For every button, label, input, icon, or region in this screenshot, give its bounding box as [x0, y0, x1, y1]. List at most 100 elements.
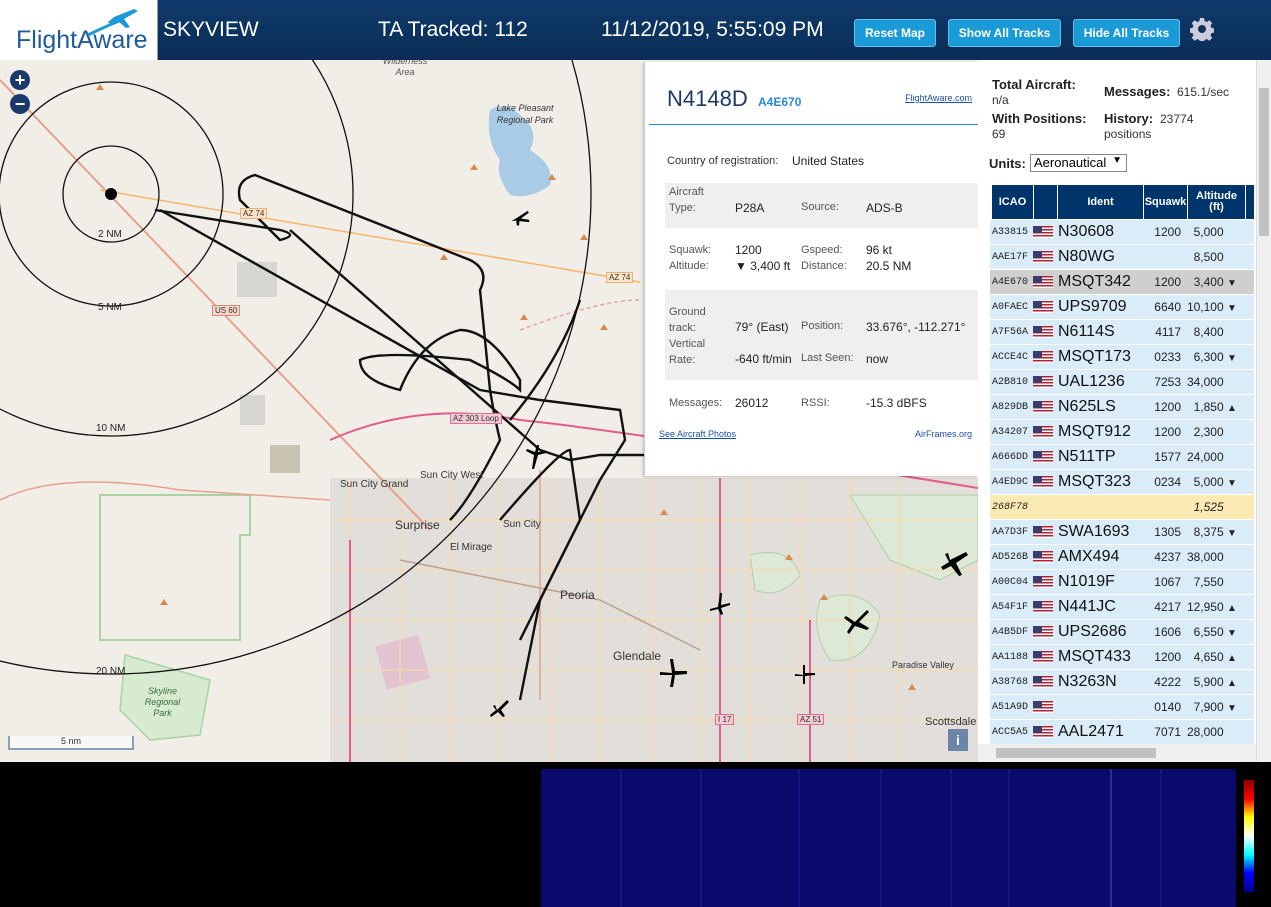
us-flag-icon: [1033, 601, 1053, 613]
table-row[interactable]: A33815 N30608 1200 5,000: [990, 220, 1254, 245]
table-row[interactable]: A4B5DF UPS2686 1606 6,550 ▼: [990, 620, 1254, 645]
row-altitude-value: 5,000: [1193, 225, 1224, 239]
table-row[interactable]: A666DD N511TP 1577 24,000: [990, 445, 1254, 470]
reset-map-button[interactable]: Reset Map: [854, 19, 936, 47]
altitude-trend-icon: ▲: [1227, 403, 1237, 414]
see-aircraft-photos-link[interactable]: See Aircraft Photos: [659, 429, 736, 439]
row-flag: [1033, 401, 1058, 413]
table-row[interactable]: AD526B AMX494 4237 38,000: [990, 545, 1254, 570]
place-label-peoria: Peoria: [560, 588, 595, 602]
row-flag: [1033, 601, 1058, 613]
range-label-20nm: 20 NM: [96, 666, 126, 677]
rssi-label: RSSI:: [801, 397, 830, 409]
chevron-down-icon: ▼: [1112, 155, 1122, 166]
row-altitude-value: 28,000: [1186, 725, 1224, 739]
row-icao: A54F1F: [992, 601, 1029, 613]
show-all-tracks-button[interactable]: Show All Tracks: [948, 19, 1061, 47]
table-row[interactable]: AA7D3F SWA1693 1305 8,375 ▼: [990, 520, 1254, 545]
table-row[interactable]: A2B810 UAL1236 7253 34,000: [990, 370, 1254, 395]
row-altitude: 5,000: [1181, 225, 1239, 239]
table-vertical-scrollbar[interactable]: [1256, 60, 1271, 762]
column-header-flag[interactable]: [1034, 185, 1058, 219]
row-icao: A0FAEC: [992, 301, 1029, 313]
row-icao: A51A9D: [992, 701, 1029, 713]
airframes-link[interactable]: AirFrames.org: [915, 429, 972, 439]
scrollbar-thumb[interactable]: [1259, 88, 1269, 236]
place-label-lake-pleasant: Lake Pleasant Regional Park: [496, 103, 554, 125]
altitude-label: Altitude:: [669, 260, 709, 272]
row-ident: MSQT173: [1058, 348, 1131, 365]
waterfall-panel: [511, 766, 1271, 907]
row-altitude-value: 7,900: [1193, 700, 1224, 714]
table-row[interactable]: AA1188 MSQT433 1200 4,650 ▲: [990, 645, 1254, 670]
table-row[interactable]: ACCE4C MSQT173 0233 6,300 ▼: [990, 345, 1254, 370]
us-flag-icon: [1033, 276, 1053, 288]
waterfall-colorbar: [1244, 780, 1254, 892]
site-name: SKYVIEW: [163, 18, 259, 41]
column-header-icao[interactable]: ICAO: [992, 185, 1034, 219]
table-row[interactable]: A51A9D 0140 7,900 ▼: [990, 695, 1254, 720]
row-flag: [1033, 376, 1058, 388]
gspeed-value: 96 kt: [866, 243, 893, 257]
map-info-button[interactable]: i: [948, 729, 968, 751]
aircraft-type-value: P28A: [735, 201, 765, 215]
column-header-squawk[interactable]: Squawk: [1144, 185, 1188, 219]
gear-icon[interactable]: [1190, 17, 1214, 41]
squawk-value: 1200: [735, 243, 762, 257]
road-label-az74-east: AZ 74: [606, 272, 634, 283]
table-row[interactable]: AAE17F N80WG 8,500: [990, 245, 1254, 270]
altitude-trend-icon: ▼: [1227, 703, 1237, 714]
row-squawk: 4237: [1154, 550, 1181, 564]
column-header-altitude[interactable]: Altitude (ft): [1188, 185, 1246, 219]
table-row[interactable]: A34207 MSQT912 1200 2,300: [990, 420, 1254, 445]
row-squawk: 7071: [1154, 725, 1181, 739]
place-label-wilderness: Wilderness Area: [382, 60, 428, 77]
road-label-az74-west: AZ 74: [240, 208, 268, 219]
row-icao: A7F56A: [992, 326, 1029, 338]
table-row[interactable]: A54F1F N441JC 4217 12,950 ▲: [990, 595, 1254, 620]
total-aircraft-label: Total Aircraft:: [992, 77, 1076, 92]
units-select[interactable]: Aeronautical ▼: [1030, 154, 1127, 172]
table-row[interactable]: ACC5A5 AAL2471 7071 28,000: [990, 720, 1254, 745]
row-altitude: 8,400: [1181, 325, 1239, 339]
row-ident: N30608: [1058, 223, 1115, 240]
row-ident: UPS2686: [1058, 623, 1127, 640]
hscroll-thumb[interactable]: [996, 748, 1156, 758]
table-row[interactable]: A0FAEC UPS9709 6640 10,100 ▼: [990, 295, 1254, 320]
table-row[interactable]: A4ED9C MSQT323 0234 5,000 ▼: [990, 470, 1254, 495]
row-flag: [1033, 226, 1058, 238]
table-row[interactable]: A829DB N625LS 1200 1,850 ▲: [990, 395, 1254, 420]
row-ident: N511TP: [1058, 448, 1116, 465]
table-row[interactable]: A38768 N3263N 4222 5,900 ▲: [990, 670, 1254, 695]
row-squawk: 7253: [1154, 375, 1181, 389]
table-row[interactable]: 268F78 1,525: [990, 495, 1254, 520]
table-row[interactable]: A00C04 N1019F 1067 7,550: [990, 570, 1254, 595]
vertical-rate-value: -640 ft/min: [735, 352, 792, 366]
zoom-out-button[interactable]: −: [10, 94, 30, 114]
table-row[interactable]: A7F56A N6114S 4117 8,400: [990, 320, 1254, 345]
row-ident: N6114S: [1058, 323, 1115, 340]
place-label-glendale: Glendale: [613, 649, 662, 663]
row-altitude: 38,000: [1181, 550, 1239, 564]
altitude-trend-icon: ▲: [1227, 653, 1237, 664]
flightaware-link[interactable]: FlightAware.com: [905, 93, 972, 103]
flightaware-logo[interactable]: FlightAware: [0, 0, 158, 60]
us-flag-icon: [1033, 226, 1053, 238]
table-horizontal-scrollbar[interactable]: [978, 744, 1256, 762]
altitude-trend-icon: ▲: [1227, 603, 1237, 614]
hide-all-tracks-button[interactable]: Hide All Tracks: [1073, 19, 1180, 47]
table-row[interactable]: A4E670 MSQT342 1200 3,400 ▼: [990, 270, 1254, 295]
map-scale-bar: 5 nm: [8, 736, 134, 750]
row-icao: ACC5A5: [992, 726, 1029, 738]
distance-label: Distance:: [801, 260, 847, 272]
row-altitude: 6,550 ▼: [1181, 625, 1239, 639]
row-altitude: 4,650 ▲: [1181, 650, 1239, 664]
aircraft-table-body: A33815 N30608 1200 5,000 AAE17F N80WG 8,500 A…: [990, 220, 1254, 762]
us-flag-icon: [1033, 526, 1053, 538]
zoom-in-button[interactable]: +: [10, 70, 30, 90]
position-value: 33.676°, -112.271°: [866, 320, 966, 334]
row-altitude-value: 8,375: [1193, 525, 1224, 539]
column-header-ident[interactable]: Ident: [1058, 185, 1144, 219]
row-icao: A4ED9C: [992, 476, 1029, 488]
row-squawk: 4117: [1155, 325, 1181, 339]
